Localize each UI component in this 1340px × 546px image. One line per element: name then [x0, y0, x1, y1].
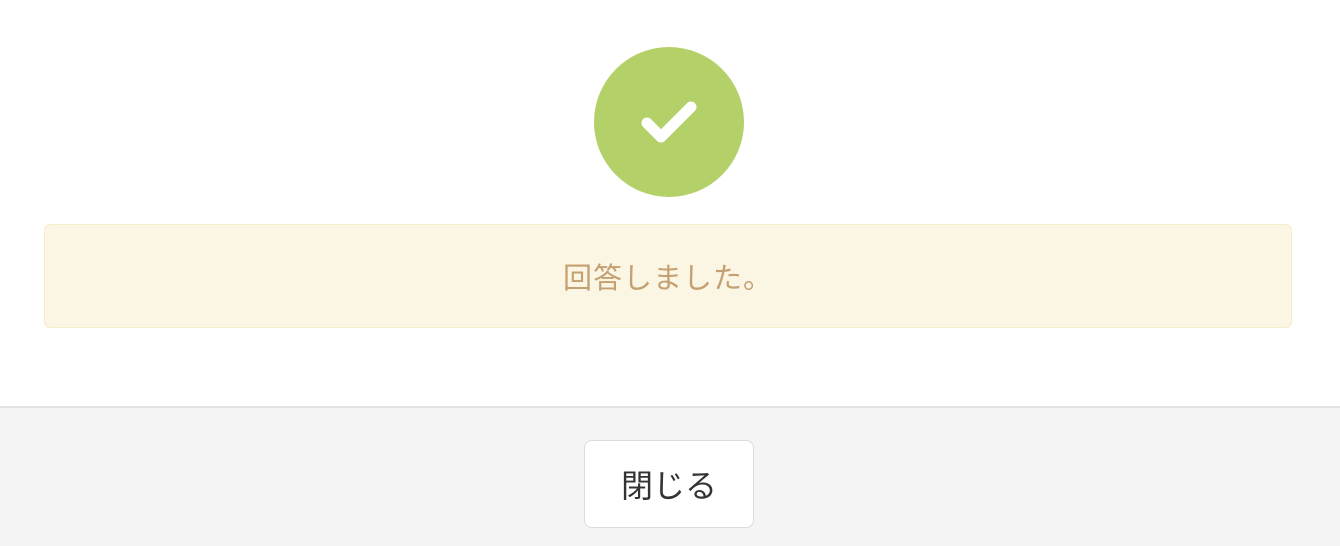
check-icon — [641, 101, 697, 143]
success-badge — [594, 47, 744, 197]
success-message: 回答しました。 — [562, 261, 773, 295]
completion-dialog: 回答しました。 閉じる — [0, 0, 1340, 546]
dialog-body: 回答しました。 — [0, 0, 1340, 406]
close-button[interactable]: 閉じる — [584, 440, 754, 528]
dialog-footer: 閉じる — [0, 406, 1340, 546]
success-message-box: 回答しました。 — [44, 224, 1292, 328]
